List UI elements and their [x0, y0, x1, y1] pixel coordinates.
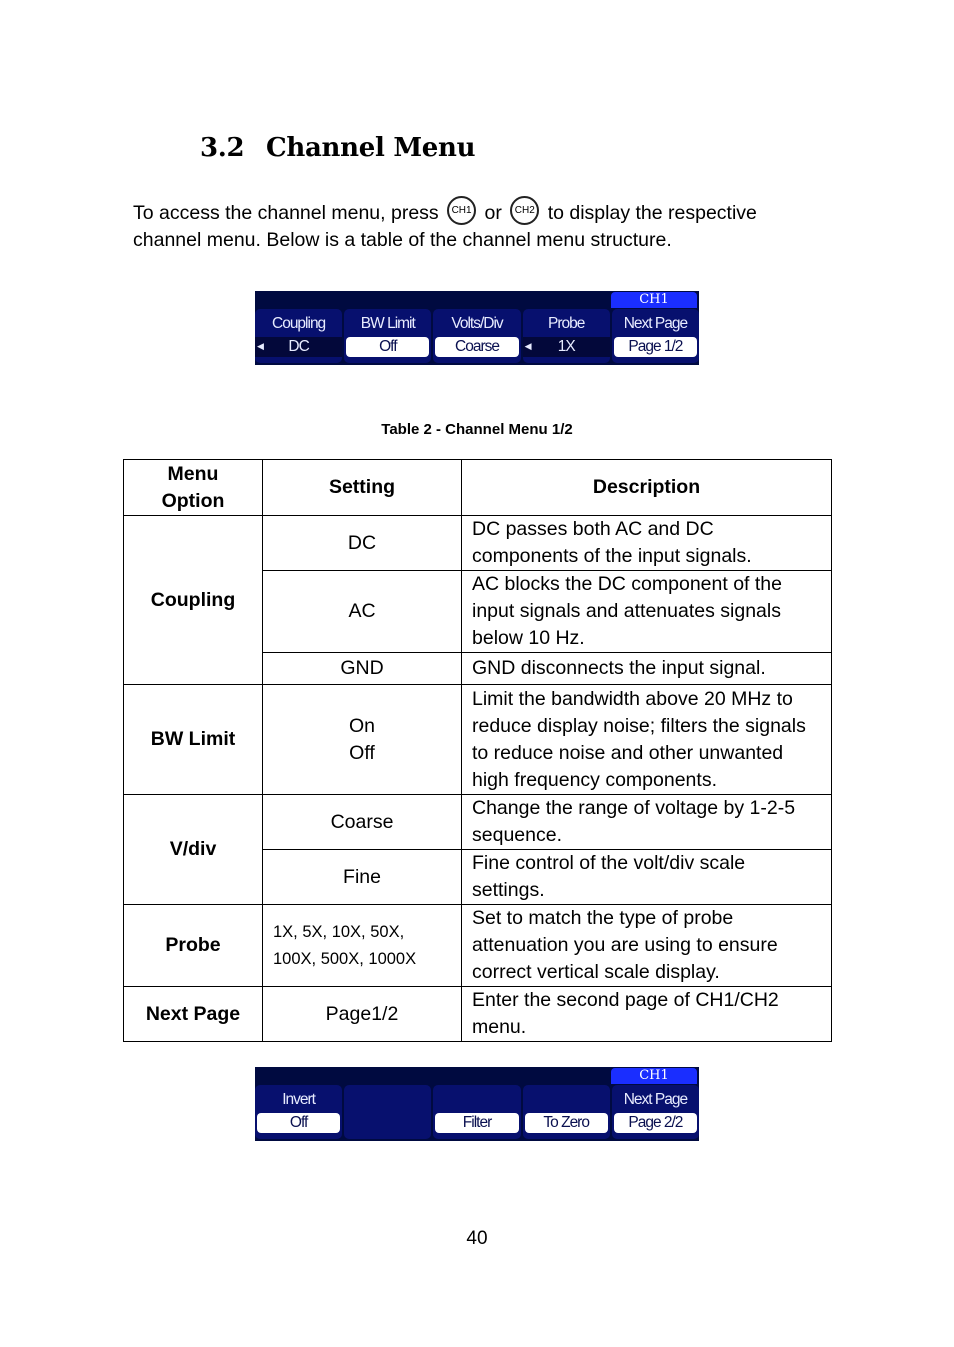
softkey-volts-div[interactable]: Volts/Div Coarse — [433, 309, 521, 363]
softkey-label: BW Limit — [360, 315, 416, 332]
intro-or-text: or — [484, 202, 502, 224]
softkey-next-page[interactable]: Next Page Page 2/2 — [611, 1085, 700, 1139]
option-probe: Probe — [123, 904, 263, 987]
probe-settings-line1: 1X, 5X, 10X, 50X, — [273, 922, 405, 941]
channel-tag: CH1 — [611, 292, 697, 308]
table-header-row: Menu Option Setting Description — [123, 459, 832, 516]
softkey-label: Coupling — [272, 315, 326, 332]
description-cell: Enter the second page of CH1/CH2 menu. — [461, 986, 832, 1042]
intro-paragraph: To access the channel menu, press CH1 or… — [133, 196, 833, 254]
header-description: Description — [461, 459, 832, 516]
table-row: Probe 1X, 5X, 10X, 50X, 100X, 500X, 1000… — [123, 904, 832, 987]
description-cell: DC passes both AC and DC components of t… — [461, 515, 832, 571]
description-cell: Change the range of voltage by 1-2-5 seq… — [461, 794, 832, 850]
option-bw-limit: BW Limit — [123, 684, 263, 795]
option-vdiv: V/div — [123, 794, 263, 905]
softkey-to-zero[interactable]: To Zero — [522, 1085, 610, 1139]
header-setting: Setting — [262, 459, 462, 516]
description-cell: Fine control of the volt/div scale setti… — [461, 849, 832, 905]
ch2-button-icon[interactable]: CH2 — [510, 196, 540, 225]
channel-menu-table: Menu Option Setting Description Coupling … — [123, 459, 832, 1042]
softkey-value: Off — [257, 1113, 341, 1133]
setting-cell: GND — [262, 652, 462, 685]
softkey-empty[interactable] — [344, 1085, 432, 1139]
softkey-value: Coarse — [435, 337, 519, 357]
softkey-value: Filter — [435, 1113, 519, 1133]
section-title: Channel Menu — [266, 133, 476, 163]
softkey-label: Next Page — [623, 315, 688, 332]
section-number: 3.2 — [200, 133, 245, 163]
table-row: BW Limit On Off Limit the bandwidth abov… — [123, 684, 832, 795]
setting-cell: AC — [262, 570, 462, 653]
probe-settings-line2: 100X, 500X, 1000X — [273, 949, 417, 968]
table-row: Next Page Page1/2 Enter the second page … — [123, 986, 832, 1042]
description-cell: Set to match the type of probe attenuati… — [461, 904, 832, 987]
softkey-probe[interactable]: Probe 1X ◀ — [522, 309, 610, 363]
table-row: V/div Coarse Change the range of voltage… — [123, 794, 832, 905]
description-cell: AC blocks the DC component of the input … — [461, 570, 832, 653]
softkey-next-page[interactable]: Next Page Page 1/2 — [611, 309, 700, 363]
channel-tag: CH1 — [611, 1068, 697, 1084]
setting-cell: 1X, 5X, 10X, 50X, 100X, 500X, 1000X — [262, 904, 462, 987]
softkey-label: Probe — [548, 315, 585, 332]
softkey-invert[interactable]: Invert Off — [255, 1085, 343, 1139]
table-row: Coupling DC DC passes both AC and DC com… — [123, 515, 832, 685]
table-caption: Table 2 - Channel Menu 1/2 — [381, 421, 573, 438]
softkey-value: DC — [255, 337, 343, 357]
setting-cell: Page1/2 — [262, 986, 462, 1042]
channel-menu-page2-screen: CH1 Invert Off Filter To Zero Next Page … — [255, 1067, 700, 1141]
intro-line-1: To access the channel menu, press CH1 or… — [133, 196, 833, 227]
softkey-label: Invert — [282, 1091, 316, 1108]
softkey-label: Volts/Div — [451, 315, 503, 332]
setting-cell: Coarse — [262, 794, 462, 850]
option-coupling: Coupling — [123, 515, 263, 685]
softkey-value: 1X — [522, 337, 610, 357]
ch1-button-icon[interactable]: CH1 — [447, 196, 477, 225]
channel-menu-page1-screen: CH1 Coupling DC ◀ BW Limit Off Volts/Div… — [255, 291, 700, 365]
section-heading: 3.2 Channel Menu — [200, 133, 476, 163]
setting-off: Off — [349, 741, 375, 764]
softkey-value: To Zero — [524, 1113, 608, 1133]
option-next-page: Next Page — [123, 986, 263, 1042]
softkey-value: Off — [346, 337, 430, 357]
header-menu-option: Menu Option — [123, 459, 263, 516]
setting-cell: Fine — [262, 849, 462, 905]
left-arrow-icon: ◀ — [257, 341, 264, 351]
softkey-value: Page 1/2 — [613, 337, 698, 357]
setting-cell: On Off — [262, 684, 462, 795]
intro-text: to display the respective — [547, 202, 757, 224]
left-arrow-icon: ◀ — [524, 341, 532, 351]
page-number: 40 — [466, 1228, 488, 1249]
softkey-filter[interactable]: Filter — [433, 1085, 521, 1139]
softkey-value: Page 2/2 — [613, 1113, 698, 1133]
setting-on: On — [348, 714, 375, 737]
intro-text: To access the channel menu, press — [133, 202, 439, 224]
setting-cell: DC — [262, 515, 462, 571]
intro-line-2: channel menu. Below is a table of the ch… — [133, 229, 672, 251]
softkey-bw-limit[interactable]: BW Limit Off — [344, 309, 432, 363]
description-cell: Limit the bandwidth above 20 MHz to redu… — [461, 684, 832, 795]
description-cell: GND disconnects the input signal. — [461, 652, 832, 685]
softkey-label: Next Page — [623, 1091, 688, 1108]
softkey-coupling[interactable]: Coupling DC ◀ — [255, 309, 343, 363]
